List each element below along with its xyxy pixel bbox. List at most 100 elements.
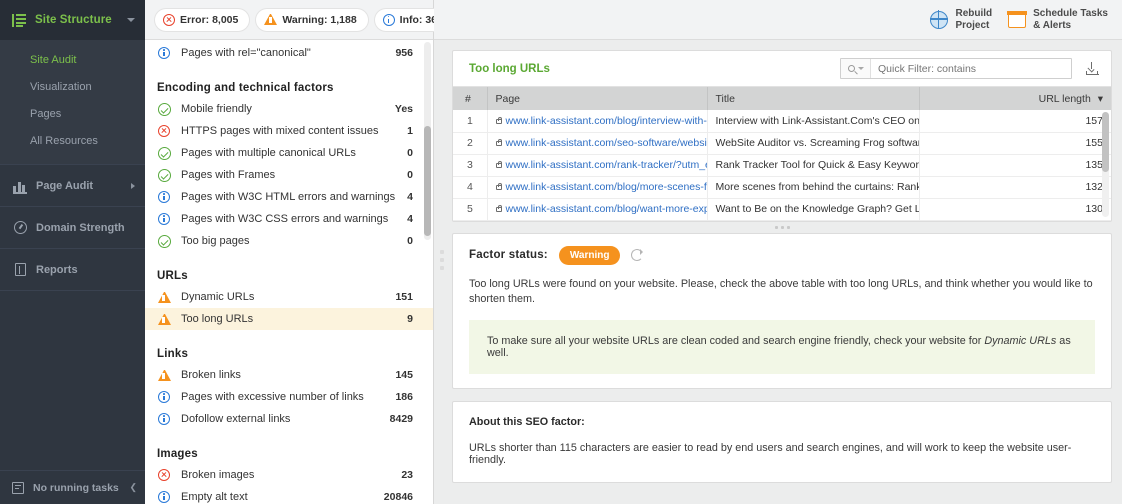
factor-row[interactable]: Pages with rel="canonical" 956	[145, 42, 433, 64]
page-url-link[interactable]: www.link-assistant.com/seo-software/webs…	[506, 137, 707, 149]
factor-row[interactable]: Broken images 23	[145, 464, 433, 486]
factor-row-value: 0	[407, 169, 413, 181]
sidebar-item-domain-strength[interactable]: Domain Strength	[0, 206, 145, 248]
factor-row-label: Pages with excessive number of links	[181, 391, 364, 403]
column-header-page[interactable]: Page	[487, 87, 708, 110]
status-badge-error-label: Error: 8,005	[180, 13, 239, 26]
table-row[interactable]: 2 www.link-assistant.com/seo-software/web…	[453, 132, 1111, 155]
scrollbar-thumb[interactable]	[1102, 112, 1109, 172]
column-header-title[interactable]: Title	[707, 87, 920, 110]
schedule-tasks-label-2: & Alerts	[1033, 19, 1072, 31]
factor-row[interactable]: Pages with multiple canonical URLs 0	[145, 142, 433, 164]
table-row[interactable]: 4 www.link-assistant.com/blog/more-scenes…	[453, 176, 1111, 199]
info-icon	[382, 13, 395, 26]
error-icon	[158, 125, 170, 137]
sidebar-header-site-structure[interactable]: Site Structure	[0, 0, 145, 40]
chevron-down-icon[interactable]	[857, 67, 864, 70]
ok-icon	[157, 168, 171, 182]
sidebar-item-pages[interactable]: Pages	[0, 100, 145, 127]
factor-row[interactable]: Dofollow external links 8429	[145, 408, 433, 430]
sidebar-item-reports[interactable]: Reports	[0, 248, 145, 290]
lock-icon	[495, 160, 502, 168]
page-url-link[interactable]: www.link-assistant.com/rank-tracker/?utm…	[506, 159, 707, 171]
cell-page[interactable]: www.link-assistant.com/rank-tracker/?utm…	[487, 154, 708, 177]
warning-icon	[264, 14, 278, 25]
factor-row-label: Pages with W3C HTML errors and warnings	[181, 191, 396, 203]
factor-row[interactable]: Too long URLs 9	[145, 308, 433, 330]
horizontal-drag-handle[interactable]	[452, 222, 1112, 233]
column-header-url-length[interactable]: URL length ▾	[919, 87, 1111, 110]
url-table-wrap: # Page Title URL length ▾ 1 www.link-assi…	[453, 87, 1111, 221]
table-row[interactable]: 3 www.link-assistant.com/rank-tracker/?ut…	[453, 154, 1111, 177]
chevron-right-icon[interactable]	[131, 182, 135, 189]
cell-page[interactable]: www.link-assistant.com/blog/more-scenes-…	[487, 176, 708, 199]
factor-row[interactable]: Too big pages 0	[145, 230, 433, 252]
tasks-icon	[12, 481, 24, 494]
warning-icon	[157, 291, 171, 303]
cell-page[interactable]: www.link-assistant.com/seo-software/webs…	[487, 132, 708, 155]
about-text: URLs shorter than 115 characters are eas…	[469, 441, 1072, 466]
export-button[interactable]	[1081, 58, 1103, 80]
factor-row[interactable]: Pages with Frames 0	[145, 164, 433, 186]
schedule-tasks-label-1: Schedule Tasks	[1033, 7, 1108, 19]
sidebar-item-page-audit[interactable]: Page Audit	[0, 164, 145, 206]
status-badge-error[interactable]: Error: 8,005	[155, 8, 250, 31]
factor-row-label: Dofollow external links	[181, 413, 291, 425]
tip-link-dynamic-urls[interactable]: Dynamic URLs	[984, 335, 1056, 347]
schedule-tasks-button[interactable]: Schedule Tasks & Alerts	[1007, 7, 1108, 32]
refresh-icon[interactable]	[631, 249, 644, 261]
sidebar-item-visualization[interactable]: Visualization	[0, 73, 145, 100]
quick-filter-mode-select[interactable]	[841, 59, 871, 78]
factor-list-scrollbar[interactable]	[424, 42, 431, 240]
ok-icon	[157, 234, 171, 248]
factor-row[interactable]: Pages with excessive number of links 186	[145, 386, 433, 408]
sidebar-footer-tasks[interactable]: No running tasks ❮	[0, 470, 145, 504]
status-badge-warning[interactable]: Warning: 1,188	[256, 8, 368, 31]
vertical-drag-handle[interactable]	[440, 250, 445, 274]
factor-row-value: 4	[407, 213, 413, 225]
info-icon	[158, 213, 170, 225]
scrollbar-thumb[interactable]	[424, 126, 431, 236]
sidebar-item-all-resources[interactable]: All Resources	[0, 127, 145, 154]
rebuild-project-button[interactable]: Rebuild Project	[929, 8, 992, 32]
info-icon	[158, 47, 170, 59]
page-url-link[interactable]: www.link-assistant.com/blog/interview-wi…	[506, 115, 707, 127]
page-url-link[interactable]: www.link-assistant.com/blog/more-scenes-…	[506, 181, 707, 193]
table-row[interactable]: 5 www.link-assistant.com/blog/want-more-e…	[453, 198, 1111, 221]
table-row[interactable]: 1 www.link-assistant.com/blog/interview-w…	[453, 110, 1111, 133]
factor-row[interactable]: Empty alt text 20846	[145, 486, 433, 504]
globe-refresh-icon	[929, 9, 949, 29]
factor-row[interactable]: HTTPS pages with mixed content issues 1	[145, 120, 433, 142]
factor-list[interactable]: Pages with rel="canonical" 956 Encoding an…	[145, 40, 433, 504]
detail-panel: Rebuild Project Schedule Tasks & Alerts …	[434, 0, 1122, 504]
cell-url-length: 135	[919, 154, 1111, 177]
ok-icon	[157, 102, 171, 116]
factor-row-value: 0	[407, 147, 413, 159]
factor-row-value: 1	[407, 125, 413, 137]
quick-filter[interactable]	[840, 58, 1072, 79]
search-input[interactable]	[871, 61, 1071, 76]
status-badge: Warning	[558, 245, 621, 265]
chevron-down-icon[interactable]	[127, 18, 135, 22]
info-icon	[158, 191, 170, 203]
column-header-num[interactable]: #	[453, 87, 488, 110]
factor-row[interactable]: Dynamic URLs 151	[145, 286, 433, 308]
factor-row[interactable]: Broken links 145	[145, 364, 433, 386]
sidebar-item-site-audit[interactable]: Site Audit	[0, 46, 145, 73]
factor-row[interactable]: Pages with W3C CSS errors and warnings 4	[145, 208, 433, 230]
status-badge-warning-label: Warning: 1,188	[282, 13, 357, 26]
lock-icon	[495, 204, 502, 212]
sort-desc-icon: ▾	[1097, 92, 1103, 105]
factor-row-value: 4	[407, 191, 413, 203]
cell-page[interactable]: www.link-assistant.com/blog/interview-wi…	[487, 110, 708, 133]
page-url-link[interactable]: www.link-assistant.com/blog/want-more-ex…	[506, 203, 707, 215]
factor-row[interactable]: Mobile friendly Yes	[145, 98, 433, 120]
cell-num: 2	[453, 132, 488, 155]
collapse-sidebar-icon[interactable]: ❮	[129, 482, 139, 493]
table-scrollbar[interactable]	[1102, 112, 1109, 217]
factor-row-label: Pages with W3C CSS errors and warnings	[181, 213, 389, 225]
factor-row-value: 151	[395, 291, 413, 303]
factor-row[interactable]: Pages with W3C HTML errors and warnings 4	[145, 186, 433, 208]
cell-page[interactable]: www.link-assistant.com/blog/want-more-ex…	[487, 198, 708, 221]
info-icon	[158, 413, 170, 425]
